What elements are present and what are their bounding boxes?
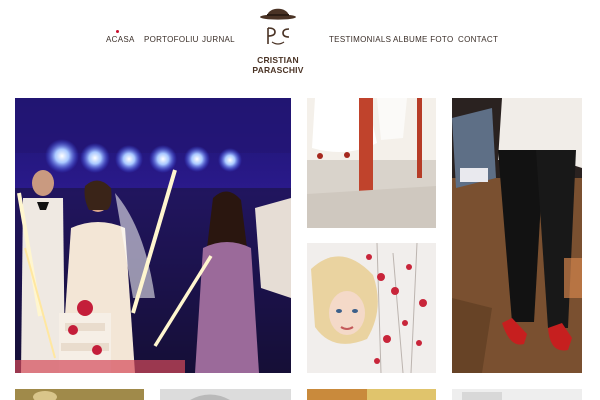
blonde-woman-red-berries-photo[interactable] (307, 243, 436, 373)
bride-wedding-dress-photo[interactable] (307, 98, 436, 228)
photo-gallery (0, 0, 600, 400)
bottom-row-photo-1[interactable] (15, 389, 144, 400)
bottom-row-photo-2[interactable] (160, 389, 291, 400)
wedding-cake-sparklers-photo[interactable] (15, 98, 291, 373)
bottom-row-photo-4[interactable] (452, 389, 582, 400)
bottom-row-photo-3[interactable] (307, 389, 436, 400)
legs-red-shoes-photo[interactable] (452, 98, 582, 373)
